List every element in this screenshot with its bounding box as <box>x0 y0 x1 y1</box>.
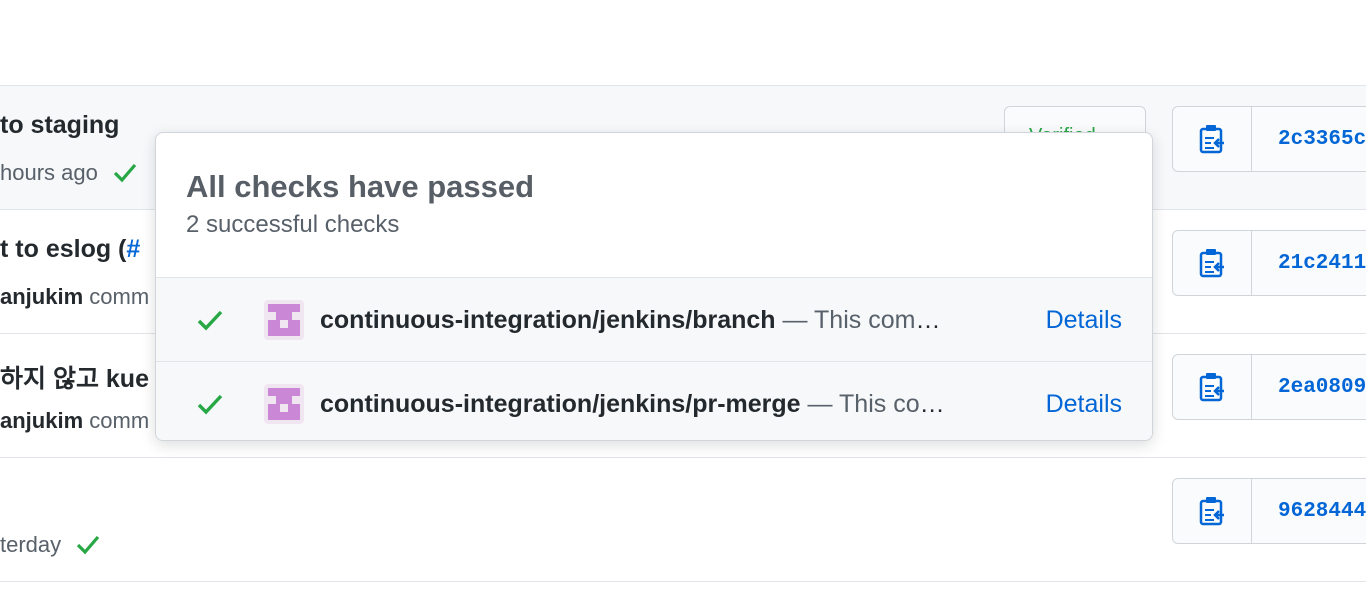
status-check-item: continuous-integration/jenkins/pr-merge … <box>156 361 1152 440</box>
copy-sha-button[interactable] <box>1173 231 1252 295</box>
commit-title[interactable]: 하지 않고 kue <box>0 359 149 395</box>
commit-sha-link[interactable]: 2ea0809 <box>1252 355 1366 419</box>
commit-meta: anjukim comm <box>0 408 149 434</box>
popover-subtitle: 2 successful checks <box>186 211 400 238</box>
commit-author[interactable]: anjukim <box>0 408 83 433</box>
clipboard-icon <box>1199 249 1224 278</box>
commit-meta-text: comm <box>89 284 150 309</box>
status-check-label: continuous-integration/jenkins/branch — … <box>320 306 960 335</box>
commit-sha-group: 9628444 <box>1172 478 1366 544</box>
status-check-item: continuous-integration/jenkins/branch — … <box>156 277 1152 362</box>
check-icon <box>196 392 226 416</box>
commit-sha-link[interactable]: 9628444 <box>1252 479 1366 543</box>
check-icon[interactable] <box>75 533 101 561</box>
copy-sha-button[interactable] <box>1173 355 1252 419</box>
status-check-label: continuous-integration/jenkins/pr-merge … <box>320 390 960 419</box>
popover-title: All checks have passed <box>186 169 535 204</box>
jenkins-avatar-icon <box>264 384 304 424</box>
commit-time: hours ago <box>0 160 98 185</box>
commit-sha-group: 21c2411 <box>1172 230 1366 296</box>
popover-header: All checks have passed 2 successful chec… <box>186 169 534 239</box>
pr-link[interactable]: # <box>126 235 140 263</box>
commit-meta-text: comm <box>89 408 150 433</box>
details-link[interactable]: Details <box>1046 390 1122 419</box>
commit-meta: terday <box>0 532 101 561</box>
clipboard-icon <box>1199 125 1224 154</box>
status-check-context: continuous-integration/jenkins/pr-merge <box>320 389 801 418</box>
commit-title[interactable]: to staging <box>0 111 119 140</box>
commit-sha-group: 2ea0809 <box>1172 354 1366 420</box>
check-icon <box>196 308 226 332</box>
commit-sha-link[interactable]: 2c3365c <box>1252 107 1366 171</box>
commit-meta: anjukim comm <box>0 284 149 310</box>
commit-title[interactable]: t to eslog (# <box>0 235 140 264</box>
clipboard-icon <box>1199 497 1224 526</box>
commit-author[interactable]: anjukim <box>0 284 83 309</box>
commit-title-text: t to eslog ( <box>0 235 127 263</box>
status-checks-popover: All checks have passed 2 successful chec… <box>155 132 1153 441</box>
check-icon[interactable] <box>112 161 138 189</box>
details-link[interactable]: Details <box>1046 306 1122 335</box>
commit-row: terday <box>0 457 1366 582</box>
status-check-description: — This commit looks good <box>782 305 960 334</box>
commit-time: terday <box>0 532 62 557</box>
status-check-context: continuous-integration/jenkins/branch <box>320 305 776 334</box>
clipboard-icon <box>1199 373 1224 402</box>
jenkins-avatar-icon <box>264 300 304 340</box>
copy-sha-button[interactable] <box>1173 479 1252 543</box>
commit-meta: hours ago <box>0 160 138 189</box>
commit-sha-group: 2c3365c <box>1172 106 1366 172</box>
commit-sha-link[interactable]: 21c2411 <box>1252 231 1366 295</box>
list-bottom-border <box>0 581 1366 582</box>
status-check-description: — This commit looks good <box>807 389 960 418</box>
copy-sha-button[interactable] <box>1173 107 1252 171</box>
